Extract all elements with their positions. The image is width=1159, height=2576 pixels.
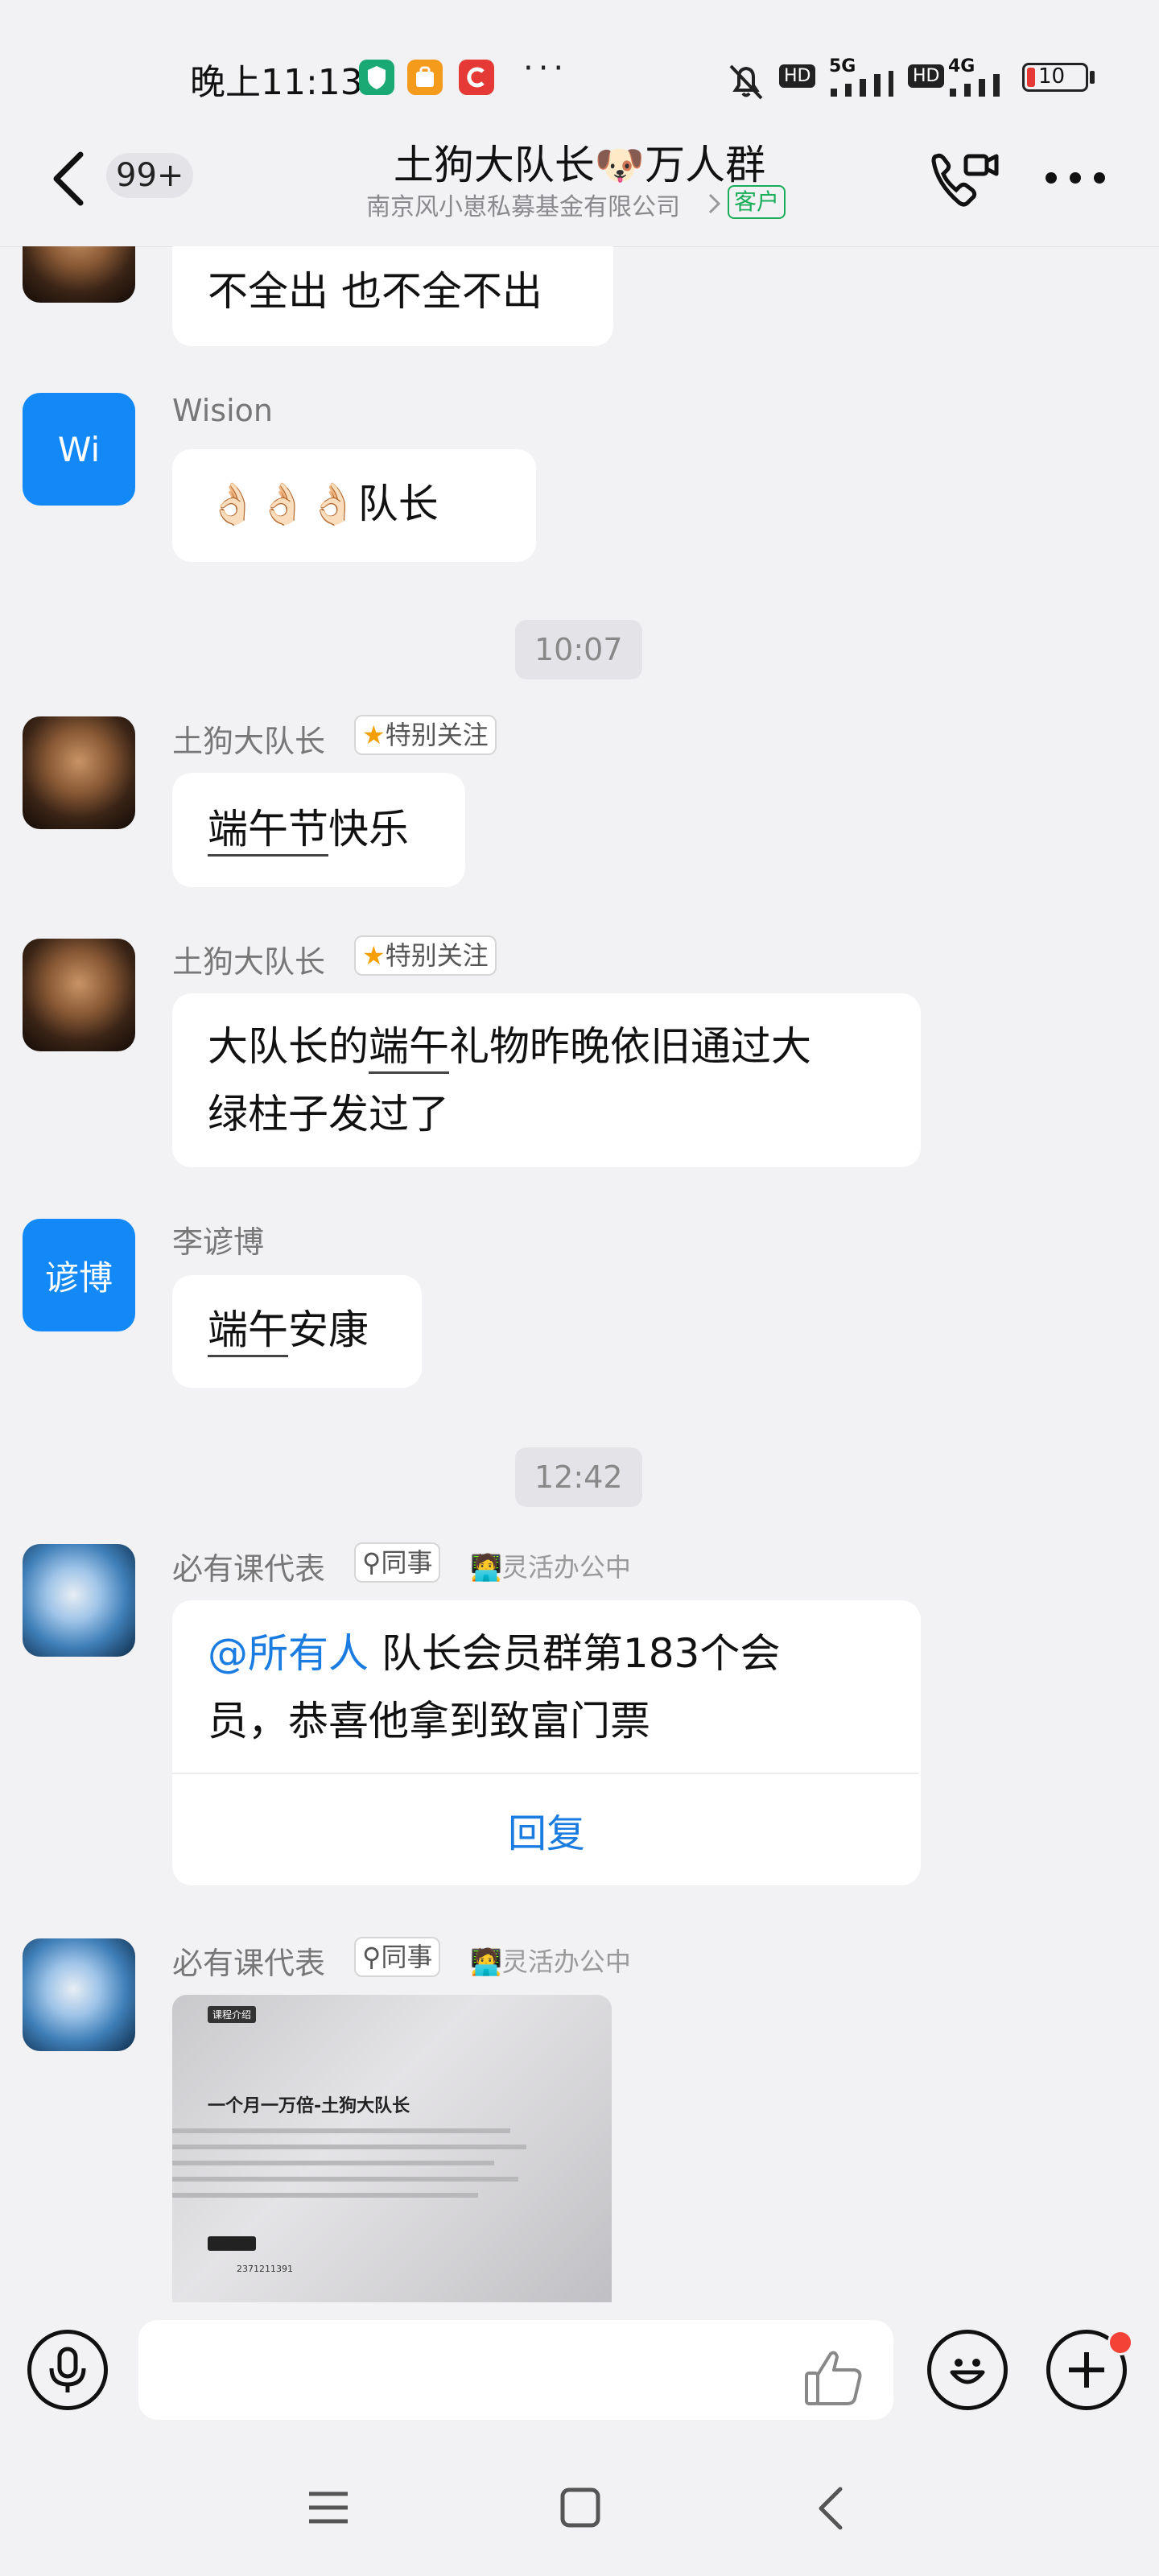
bag-app-icon: [407, 60, 443, 95]
image-tab: 课程介绍: [208, 2006, 257, 2023]
sender-name[interactable]: 土狗大队长: [172, 937, 325, 981]
image-text-line: [172, 2128, 510, 2133]
hd-badge: HD: [779, 64, 816, 88]
work-status: 🧑‍💻灵活办公中: [470, 1942, 631, 1979]
tag-label: 同事: [381, 1942, 433, 1972]
timestamp: 10:07: [515, 620, 642, 679]
linked-keyword[interactable]: 端午: [369, 1023, 449, 1074]
message-text: 快乐: [328, 806, 409, 852]
message-bubble[interactable]: 端午安康: [172, 1275, 422, 1388]
voice-input-button[interactable]: [27, 2330, 108, 2410]
message-text: 安康: [288, 1307, 369, 1353]
back-nav-icon[interactable]: [813, 2484, 848, 2533]
tag-label: 特别关注: [385, 720, 489, 750]
notification-dot: [1107, 2330, 1133, 2355]
tag-label: 同事: [381, 1547, 433, 1578]
battery-level: [1027, 68, 1035, 87]
message-text: 大队长的: [208, 1023, 369, 1070]
avatar[interactable]: [23, 246, 135, 303]
more-options-icon[interactable]: [1043, 166, 1107, 190]
sender-name[interactable]: Wision: [172, 393, 273, 428]
work-status: 🧑‍💻灵活办公中: [470, 1547, 631, 1584]
home-icon[interactable]: [559, 2486, 602, 2529]
company-name[interactable]: 南京风小崽私募基金有限公司: [366, 187, 680, 222]
image-text-line: [172, 2177, 518, 2182]
more-notifications: ···: [523, 50, 569, 87]
status-text: 灵活办公中: [501, 1946, 631, 1977]
sender-name[interactable]: 必有课代表: [172, 1544, 325, 1588]
laptop-person-icon: 🧑‍💻: [470, 1946, 502, 1977]
sender-name[interactable]: 土狗大队长: [172, 716, 325, 761]
divider: [172, 1773, 919, 1774]
c-app-icon: [459, 60, 494, 95]
laptop-person-icon: 🧑‍💻: [470, 1552, 502, 1583]
star-icon: ★: [362, 720, 386, 750]
avatar[interactable]: [23, 939, 135, 1051]
plus-icon: [1069, 2352, 1104, 2388]
microphone-icon: [49, 2347, 86, 2392]
avatar[interactable]: [23, 1544, 135, 1657]
message-input[interactable]: [138, 2320, 893, 2420]
message-text: 员，恭喜他拿到致富门票: [208, 1698, 650, 1744]
image-code: 2371211391: [237, 2264, 293, 2274]
thumbs-up-icon[interactable]: [802, 2347, 866, 2409]
chevron-right-icon: [708, 193, 721, 214]
avatar[interactable]: [23, 1938, 135, 2051]
battery-percent: 10: [1038, 64, 1066, 89]
linked-keyword[interactable]: 端午节: [208, 806, 328, 857]
image-text-line: [172, 2145, 526, 2149]
avatar[interactable]: Wi: [23, 393, 135, 506]
person-icon: ⚲: [362, 1942, 382, 1972]
message-bubble[interactable]: 端午节快乐: [172, 773, 465, 887]
avatar[interactable]: [23, 716, 135, 829]
message-text: 礼物昨晚依旧通过大: [449, 1023, 811, 1070]
status-text: 灵活办公中: [501, 1552, 631, 1583]
special-follow-tag: ★特别关注: [354, 935, 497, 976]
linked-keyword[interactable]: 端午: [208, 1307, 288, 1357]
message-bubble[interactable]: 👌🏻👌🏻👌🏻队长: [172, 449, 536, 562]
menu-icon[interactable]: [306, 2487, 351, 2528]
message-bubble[interactable]: 不全出 也不全不出: [172, 246, 613, 346]
timestamp: 12:42: [515, 1447, 642, 1507]
mute-bell-icon: [729, 64, 763, 100]
image-title: 一个月一万倍-土狗大队长: [208, 2096, 410, 2116]
sender-name[interactable]: 李谚博: [172, 1217, 264, 1261]
clock: 晚上11:13: [190, 62, 363, 103]
signal-icon: [831, 71, 893, 97]
customer-tag: 客户: [728, 185, 786, 219]
signal-icon-2: [950, 74, 1000, 97]
voice-video-call-icon[interactable]: [926, 145, 1003, 214]
status-bar: 晚上11:13 ··· HD 5G HD 4G 10: [0, 0, 1159, 121]
message-text: 队长会员群第183个会: [369, 1630, 781, 1677]
avatar[interactable]: 谚博: [23, 1219, 135, 1331]
battery-tip: [1090, 71, 1095, 84]
person-icon: ⚲: [362, 1547, 382, 1578]
message-list[interactable]: 不全出 也不全不出 Wi Wision 👌🏻👌🏻👌🏻队长 10:07 土狗大队长…: [0, 246, 1159, 2302]
message-text: 绿柱子发过了: [208, 1091, 449, 1137]
mention-all[interactable]: @所有人: [208, 1630, 369, 1677]
image-text-line: [172, 2193, 478, 2198]
sender-name[interactable]: 必有课代表: [172, 1938, 325, 1983]
message-bubble[interactable]: 大队长的端午礼物昨晚依旧通过大 绿柱子发过了: [172, 993, 921, 1167]
reply-button[interactable]: 回复: [172, 1802, 921, 1858]
smiley-icon: [950, 2359, 985, 2384]
tag-label: 特别关注: [385, 940, 489, 971]
colleague-tag: ⚲同事: [354, 1937, 441, 1977]
shield-app-icon: [359, 60, 394, 95]
hd-badge-2: HD: [908, 64, 945, 88]
colleague-tag: ⚲同事: [354, 1542, 441, 1583]
star-icon: ★: [362, 940, 386, 971]
image-button: [208, 2236, 256, 2251]
image-message[interactable]: 课程介绍 一个月一万倍-土狗大队长 2371211391: [172, 1995, 612, 2302]
emoji-button[interactable]: [927, 2330, 1008, 2410]
image-text-line: [172, 2161, 494, 2165]
special-follow-tag: ★特别关注: [354, 715, 497, 755]
